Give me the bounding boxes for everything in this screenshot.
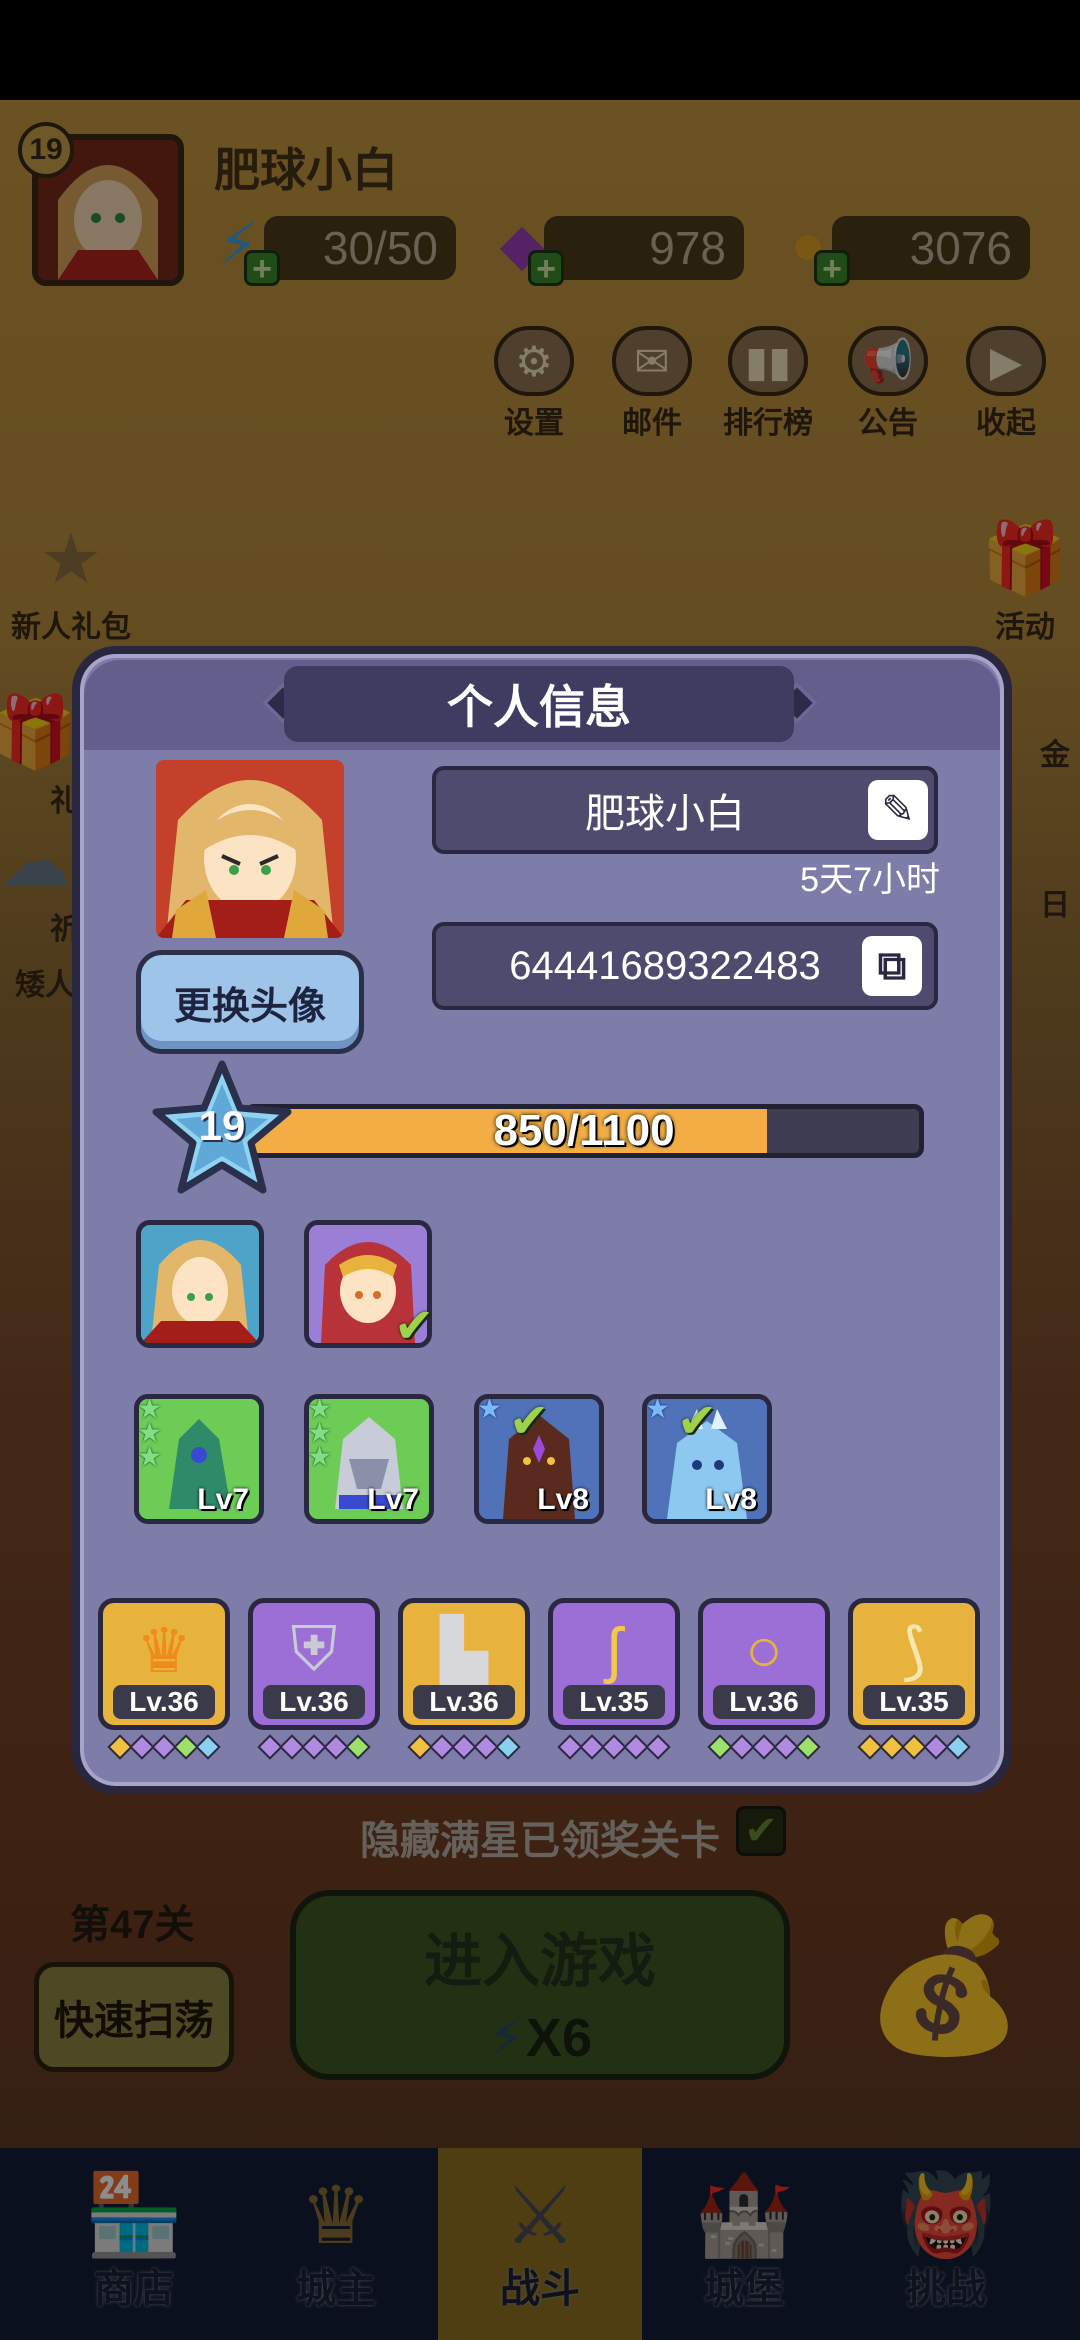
pet-card[interactable]: ★ ★ ★ Lv7 bbox=[304, 1394, 434, 1524]
pet-stars: ★ ★ ★ bbox=[137, 1394, 163, 1472]
ring-icon: ○ bbox=[745, 1615, 783, 1685]
bow-icon: ⟆ bbox=[901, 1616, 927, 1686]
pet-stars: ★ ★ ★ bbox=[307, 1394, 333, 1472]
player-name-field: 肥球小白 bbox=[432, 766, 938, 854]
selected-check-icon: ✔ bbox=[677, 1395, 718, 1448]
equipment-slot-ring[interactable]: ○ Lv.36 bbox=[698, 1598, 830, 1730]
pet-stars: ★ bbox=[645, 1394, 671, 1424]
equipment-slot-boots[interactable]: ▙ Lv.36 bbox=[398, 1598, 530, 1730]
dialog-title: 个人信息 bbox=[284, 666, 794, 742]
pet-stars: ★ bbox=[477, 1394, 503, 1424]
pet-card[interactable]: ★ ★ ★ Lv7 bbox=[134, 1394, 264, 1524]
equipment-gems bbox=[248, 1734, 380, 1760]
equipment-gems bbox=[698, 1734, 830, 1760]
equipment-gems bbox=[398, 1734, 530, 1760]
staff-icon: ʃ bbox=[607, 1615, 621, 1685]
pet-card[interactable]: ★ ✔ Lv8 bbox=[642, 1394, 772, 1524]
selected-check-icon: ✔ bbox=[394, 1300, 435, 1353]
equipment-slot-bow[interactable]: ⟆ Lv.35 bbox=[848, 1598, 980, 1730]
edit-name-icon[interactable]: ✎ bbox=[868, 780, 928, 840]
equipment-gems bbox=[548, 1734, 680, 1760]
equipment-slot-crown[interactable]: ♛ Lv.36 bbox=[98, 1598, 230, 1730]
selected-check-icon: ✔ bbox=[509, 1395, 550, 1448]
profile-portrait bbox=[156, 760, 344, 938]
equipment-gems bbox=[848, 1734, 980, 1760]
level-star-badge: 19 bbox=[150, 1058, 294, 1202]
equipment-slot-staff[interactable]: ʃ Lv.35 bbox=[548, 1598, 680, 1730]
hero-avatar-option[interactable] bbox=[136, 1220, 264, 1348]
boot-icon: ▙ bbox=[440, 1616, 488, 1686]
playtime-label: 5天7小时 bbox=[800, 861, 940, 899]
crown-icon: ♛ bbox=[136, 1616, 192, 1686]
equipment-gems bbox=[98, 1734, 230, 1760]
change-avatar-button[interactable]: 更换头像 bbox=[136, 950, 364, 1054]
status-bar bbox=[0, 0, 1080, 100]
copy-id-icon[interactable]: ⧉ bbox=[862, 936, 922, 996]
armor-icon: ⛨ bbox=[290, 1615, 338, 1684]
equipment-slot-armor[interactable]: ⛨ Lv.36 bbox=[248, 1598, 380, 1730]
experience-text: 850/1100 bbox=[493, 1106, 675, 1155]
pet-card[interactable]: ★ ✔ Lv8 bbox=[474, 1394, 604, 1524]
